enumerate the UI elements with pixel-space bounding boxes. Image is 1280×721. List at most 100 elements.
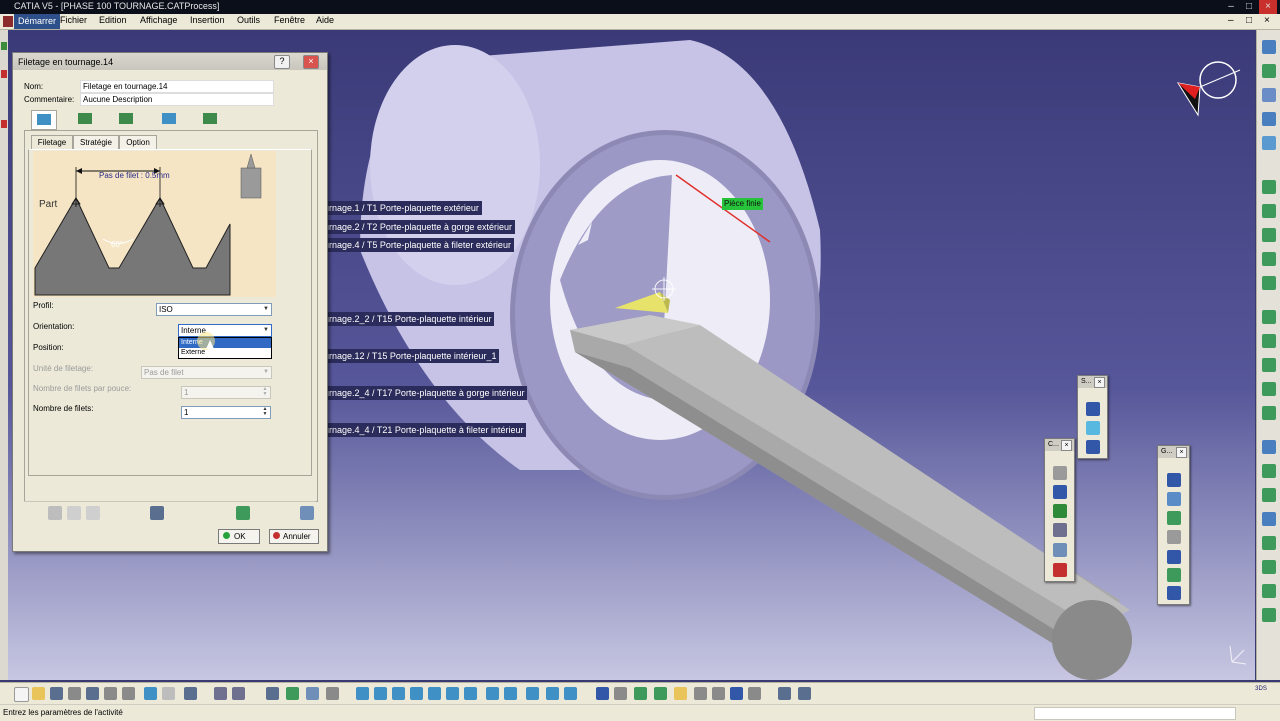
commentaire-field[interactable]: Aucune Description (80, 93, 274, 106)
tree-label-tool-2[interactable]: urnage.2 / T2 Porte-plaquette à gorge ex… (324, 220, 515, 234)
maximize-icon[interactable]: □ (1240, 0, 1258, 14)
iso-view-icon[interactable] (504, 687, 517, 700)
catia-app-icon[interactable] (3, 16, 13, 27)
filets-field[interactable]: 1 ▲ ▼ (181, 406, 271, 419)
tree-node-icon[interactable] (1, 70, 7, 78)
profil-select[interactable]: ISO ▼ (156, 303, 272, 316)
tree-node-icon[interactable] (1, 42, 7, 50)
toolbar-icon[interactable] (1262, 464, 1276, 478)
tree-label-tool-5[interactable]: urnage.12 / T15 Porte-plaquette intérieu… (324, 349, 500, 363)
comment-icon[interactable] (232, 687, 245, 700)
machining-icon[interactable] (634, 687, 647, 700)
toolbar-icon[interactable] (1262, 228, 1276, 242)
redo-icon[interactable] (162, 687, 175, 700)
strategy-tab-icon[interactable] (73, 110, 97, 128)
unite-select[interactable]: Pas de filet ▼ (141, 366, 272, 379)
palette-tool-icon[interactable] (1167, 473, 1181, 487)
toolbar-icon[interactable] (1262, 252, 1276, 266)
palette-tool-icon[interactable] (1167, 530, 1181, 544)
annuler-button[interactable]: Annuler (269, 529, 319, 544)
machining-icon[interactable] (712, 687, 725, 700)
toolbar-icon[interactable] (1262, 40, 1276, 54)
print-icon[interactable] (68, 687, 81, 700)
machining-icon[interactable] (748, 687, 761, 700)
menu-affichage[interactable]: Affichage (140, 15, 177, 25)
hide-show-icon[interactable] (546, 687, 559, 700)
menu-demarrer[interactable]: Démarrer (14, 14, 61, 29)
cut-icon[interactable] (86, 687, 99, 700)
doc-close-icon[interactable]: × (1264, 15, 1270, 26)
multi-view-icon[interactable] (486, 687, 499, 700)
command-input[interactable] (1034, 707, 1236, 720)
fit-all-icon[interactable] (374, 687, 387, 700)
palette-s-close-icon[interactable]: × (1094, 377, 1105, 388)
toolbar-icon[interactable] (1262, 276, 1276, 290)
palette-tool-icon[interactable] (1167, 586, 1181, 600)
nc-code-icon[interactable] (778, 687, 791, 700)
tree-label-tool-3[interactable]: urnage.4 / T5 Porte-plaquette à fileter … (324, 238, 514, 252)
paste-icon[interactable] (122, 687, 135, 700)
palette-play-icon[interactable] (1086, 421, 1100, 435)
tab-filetage[interactable]: Filetage (31, 135, 73, 150)
toolbar-icon[interactable] (1262, 560, 1276, 574)
close-icon[interactable]: × (1259, 0, 1277, 14)
tree-node-icon[interactable] (1, 120, 7, 128)
tree-label-tool-6[interactable]: urnage.2_4 / T17 Porte-plaquette à gorge… (324, 386, 528, 400)
toolbar-icon[interactable] (1262, 584, 1276, 598)
menu-fenetre[interactable]: Fenêtre (274, 15, 305, 25)
toolbar-icon[interactable] (1262, 64, 1276, 78)
part-operation-icon[interactable] (596, 687, 609, 700)
machining-icon[interactable] (674, 687, 687, 700)
palette-tool-icon[interactable] (1086, 402, 1100, 416)
palette-tool-icon[interactable] (1053, 563, 1067, 577)
tools-icon[interactable] (326, 687, 339, 700)
spinner-icon[interactable]: ▲ ▼ (260, 387, 270, 398)
tree-label-tool-7[interactable]: urnage.4_4 / T21 Porte-plaquette à filet… (324, 423, 527, 437)
palette-tool-icon[interactable] (1167, 511, 1181, 525)
manufacturing-program-icon[interactable] (614, 687, 627, 700)
palette-tool-icon[interactable] (1053, 504, 1067, 518)
palette-tool-icon[interactable] (1053, 466, 1067, 480)
palette-tool-icon[interactable] (1053, 523, 1067, 537)
toolbar-icon[interactable] (1262, 382, 1276, 396)
orientation-option-externe[interactable]: Externe (179, 348, 271, 358)
open-file-icon[interactable] (32, 687, 45, 700)
nc-output-icon[interactable] (236, 506, 250, 520)
machining-icon[interactable] (654, 687, 667, 700)
tab-option[interactable]: Option (119, 135, 157, 150)
next-icon[interactable] (300, 506, 314, 520)
rotate-icon[interactable] (410, 687, 423, 700)
chevron-down-icon[interactable]: ▼ (261, 304, 271, 315)
toolbar-icon[interactable] (1262, 88, 1276, 102)
dialog-help-button[interactable]: ? (274, 55, 290, 69)
toolbar-icon[interactable] (1262, 334, 1276, 348)
tab-strategie[interactable]: Stratégie (73, 135, 119, 150)
toolbar-icon[interactable] (1262, 180, 1276, 194)
ok-button[interactable]: OK (218, 529, 260, 544)
tree-label-tool-4[interactable]: urnage.2_2 / T15 Porte-plaquette intérie… (324, 312, 495, 326)
tool-path-replay-icon[interactable] (48, 506, 62, 520)
undo-icon[interactable] (144, 687, 157, 700)
menu-fichier[interactable]: Fichier (60, 15, 87, 25)
palette-tool-icon[interactable] (1167, 568, 1181, 582)
macros-tab-icon[interactable] (198, 110, 222, 128)
whats-this-icon[interactable] (184, 687, 197, 700)
toolbar-icon[interactable] (1262, 536, 1276, 550)
toolbar-icon[interactable] (1262, 488, 1276, 502)
fly-mode-icon[interactable] (356, 687, 369, 700)
toolbar-icon[interactable] (1262, 136, 1276, 150)
toolbar-icon[interactable] (1262, 358, 1276, 372)
nc-output-icon[interactable] (798, 687, 811, 700)
swap-space-icon[interactable] (564, 687, 577, 700)
zoom-in-icon[interactable] (428, 687, 441, 700)
formula-icon[interactable] (214, 687, 227, 700)
toolbar-icon[interactable] (1262, 310, 1276, 324)
dialog-close-button[interactable]: × (303, 55, 319, 69)
toolbar-icon[interactable] (1262, 512, 1276, 526)
tools-icon[interactable] (306, 687, 319, 700)
tool-tab-icon[interactable] (114, 110, 138, 128)
shading-icon[interactable] (526, 687, 539, 700)
doc-minimize-icon[interactable]: – (1228, 15, 1234, 26)
toolbar-icon[interactable] (1262, 204, 1276, 218)
palette-tool-icon[interactable] (1167, 550, 1181, 564)
